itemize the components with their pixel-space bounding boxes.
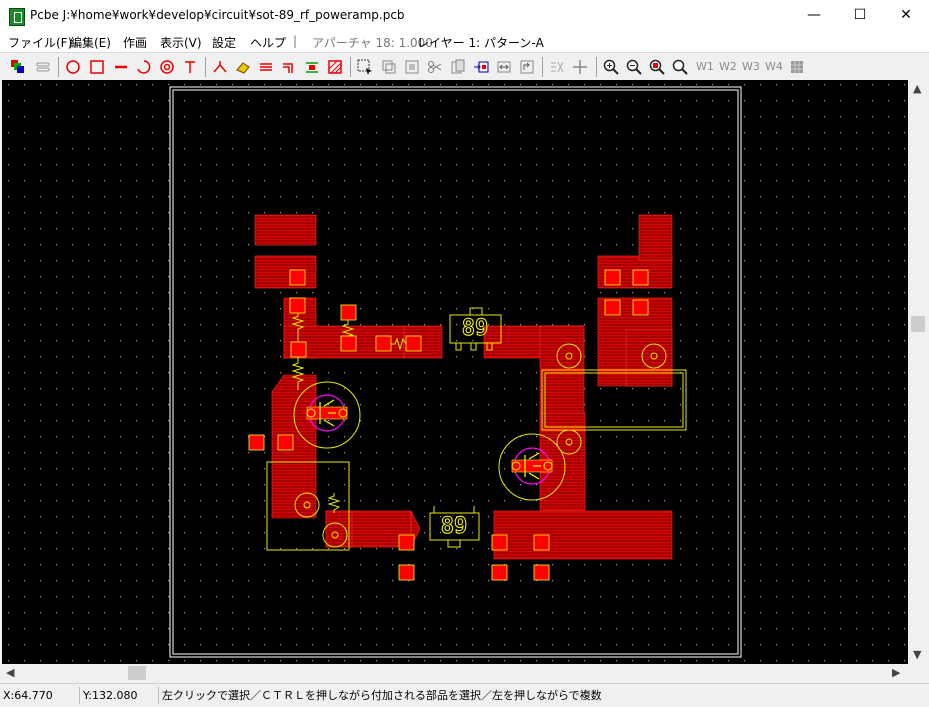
y-coordinate: Y:132.080 (79, 687, 158, 704)
vertical-scrollbar[interactable]: ▲ ▼ (908, 80, 929, 664)
eraser-icon[interactable] (234, 58, 252, 76)
horizontal-scrollbar[interactable]: ◀ ▶ (2, 664, 908, 682)
scroll-right-icon[interactable]: ▶ (892, 666, 900, 679)
zoom-fit-icon[interactable] (648, 58, 666, 76)
app-icon (9, 8, 25, 26)
menu-bar: ファイル(F) 編集(E) 作画 表示(V) 設定 ヘルプ | アパーチャ 18… (0, 31, 929, 52)
line-cap-icon[interactable] (34, 58, 52, 76)
menu-separator: | (293, 34, 298, 48)
rotate-icon[interactable] (518, 58, 536, 76)
paste-icon[interactable] (449, 58, 467, 76)
pcb-canvas[interactable]: 89 89 (2, 80, 908, 664)
component-label-top: 89 (462, 316, 489, 341)
menu-settings[interactable]: 設定 (212, 34, 236, 51)
title-bar: Pcbe J:¥home¥work¥develop¥circuit¥sot-89… (0, 0, 929, 32)
aperture-indicator[interactable]: アパーチャ 18: 1.000 (312, 34, 433, 51)
grid-icon[interactable] (548, 58, 566, 76)
menu-draw[interactable]: 作画 (123, 34, 147, 51)
cut-icon[interactable] (426, 58, 444, 76)
zoom-icon[interactable] (671, 58, 689, 76)
scroll-left-icon[interactable]: ◀ (6, 666, 14, 679)
status-bar: X:64.770 Y:132.080 左クリックで選択／ＣＴＲＬを押しながら付加… (0, 683, 929, 707)
junction-icon[interactable] (211, 58, 229, 76)
menu-file[interactable]: ファイル(F) (8, 34, 72, 51)
window-1-button[interactable]: W1 (696, 60, 714, 73)
donut-icon[interactable] (158, 58, 176, 76)
layers-icon[interactable] (9, 58, 27, 76)
window-3-button[interactable]: W3 (742, 60, 760, 73)
menu-edit[interactable]: 編集(E) (70, 34, 111, 51)
scroll-up-icon[interactable]: ▲ (913, 82, 921, 95)
layer-indicator[interactable]: レイヤー 1: パターン-A (417, 34, 544, 51)
menu-help[interactable]: ヘルプ (250, 34, 286, 51)
window-2-button[interactable]: W2 (719, 60, 737, 73)
grid-background (2, 80, 908, 664)
select-icon[interactable] (356, 58, 374, 76)
menu-view[interactable]: 表示(V) (160, 34, 202, 51)
window-title: Pcbe J:¥home¥work¥develop¥circuit¥sot-89… (30, 8, 405, 22)
horizontal-scroll-thumb[interactable] (128, 666, 146, 680)
copy-icon[interactable] (380, 58, 398, 76)
move-icon[interactable] (472, 58, 490, 76)
bus-icon[interactable] (257, 58, 275, 76)
vertical-scroll-thumb[interactable] (911, 316, 925, 332)
stamp-icon[interactable] (403, 58, 421, 76)
flip-icon[interactable] (495, 58, 513, 76)
minimize-button[interactable]: — (791, 0, 837, 31)
arc-icon[interactable] (135, 58, 153, 76)
component-label-bottom: 89 (441, 514, 468, 539)
rectangle-icon[interactable] (88, 58, 106, 76)
text-icon[interactable] (181, 58, 199, 76)
crosshair-icon[interactable] (571, 58, 589, 76)
grid-toggle-icon[interactable] (788, 58, 806, 76)
line-icon[interactable] (112, 58, 130, 76)
maximize-button[interactable]: ☐ (837, 0, 883, 31)
close-button[interactable]: ✕ (883, 0, 929, 31)
pad-row-icon[interactable] (303, 58, 321, 76)
zoom-out-icon[interactable] (625, 58, 643, 76)
status-message: 左クリックで選択／ＣＴＲＬを押しながら付加される部品を選択／左を押しながらで複数 (158, 687, 922, 704)
zoom-in-icon[interactable] (602, 58, 620, 76)
toolbar: W1 W2 W3 W4 (0, 52, 929, 82)
window-4-button[interactable]: W4 (765, 60, 783, 73)
corner-icon[interactable] (280, 58, 298, 76)
scroll-down-icon[interactable]: ▼ (913, 648, 921, 661)
circle-icon[interactable] (64, 58, 82, 76)
hatch-icon[interactable] (326, 58, 344, 76)
x-coordinate: X:64.770 (3, 689, 53, 702)
